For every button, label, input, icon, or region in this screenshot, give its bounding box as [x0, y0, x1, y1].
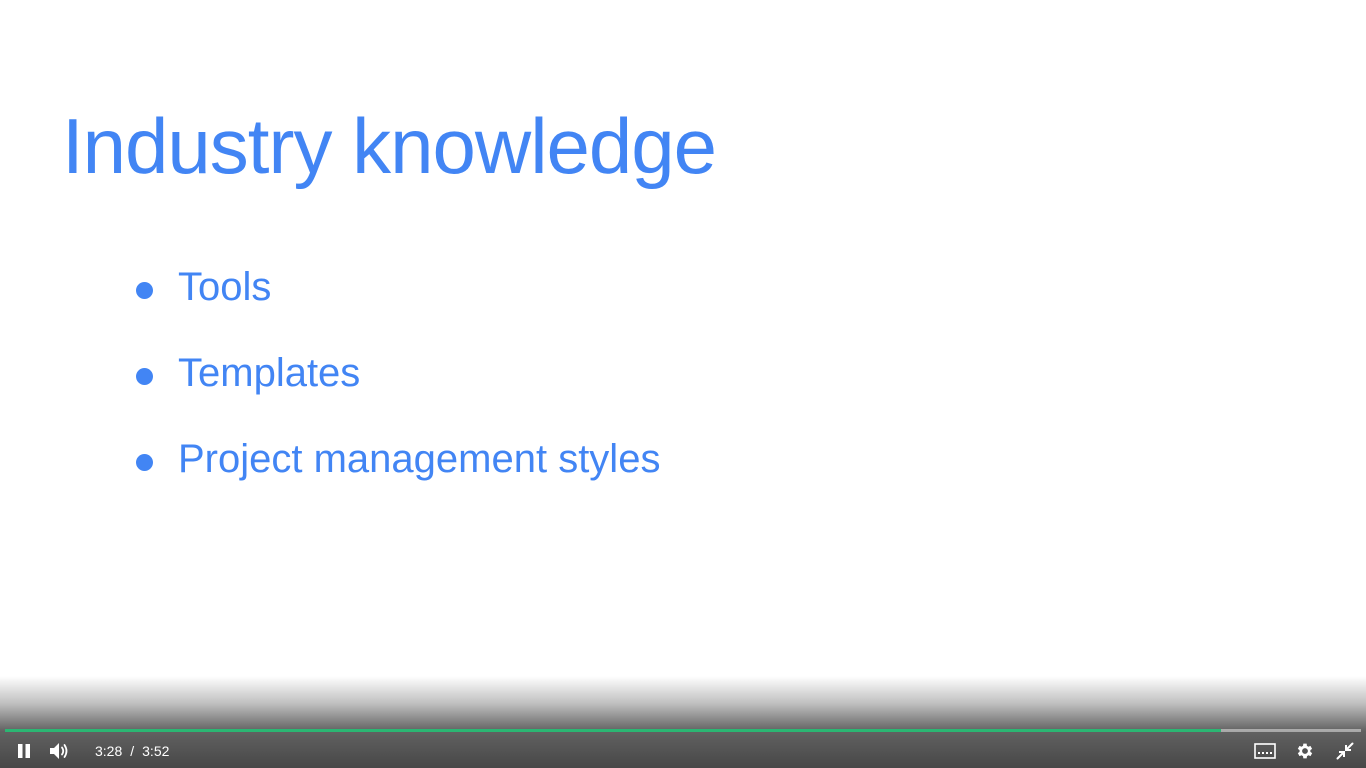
duration: 3:52 [142, 743, 170, 759]
seek-bar-progress [5, 729, 1222, 732]
seek-bar[interactable] [5, 729, 1361, 732]
time-display: 3:28 / 3:52 [95, 743, 169, 759]
bullet-text: Templates [178, 351, 361, 395]
volume-button[interactable] [45, 736, 75, 766]
bullet-dot [136, 453, 153, 471]
bullet-dot [136, 367, 153, 385]
bullet-list: Tools Templates Project management style… [136, 258, 660, 488]
list-item: Templates [136, 344, 660, 402]
list-item: Project management styles [136, 430, 660, 488]
time-separator: / [130, 743, 135, 759]
gear-icon [1297, 743, 1313, 759]
exit-fullscreen-icon [1336, 742, 1354, 760]
volume-icon [50, 743, 68, 759]
bullet-text: Tools [178, 265, 272, 309]
pause-button[interactable] [9, 736, 39, 766]
bullet-dot [136, 281, 153, 299]
exit-fullscreen-button[interactable] [1330, 736, 1360, 766]
settings-button[interactable] [1290, 736, 1320, 766]
bullet-text: Project management styles [178, 437, 661, 481]
right-controls [1240, 734, 1360, 768]
slide-title: Industry knowledge [62, 102, 717, 190]
current-time: 3:28 [95, 743, 123, 759]
captions-icon [1254, 743, 1276, 759]
captions-button[interactable] [1250, 736, 1280, 766]
control-bar: 3:28 / 3:52 [0, 734, 1366, 768]
pause-icon [18, 744, 30, 758]
video-player[interactable]: Industry knowledge Tools Templates Proje… [0, 0, 1366, 768]
video-frame[interactable]: Industry knowledge Tools Templates Proje… [0, 0, 1366, 768]
list-item: Tools [136, 258, 660, 316]
